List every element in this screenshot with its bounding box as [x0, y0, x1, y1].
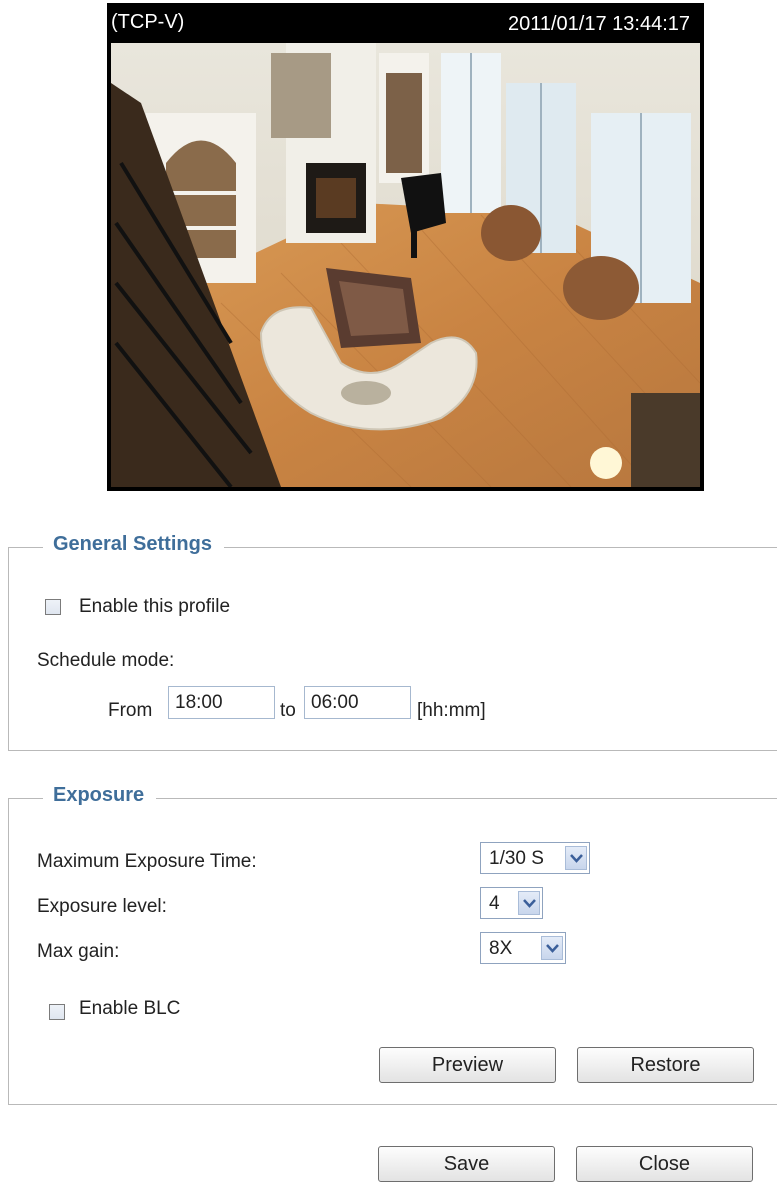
exposure-level-value: 4 [489, 893, 500, 914]
enable-blc-label: Enable BLC [79, 998, 181, 1019]
max-exposure-select[interactable]: 1/30 S [480, 842, 590, 874]
save-button[interactable]: Save [378, 1146, 555, 1182]
camera-image [111, 43, 700, 487]
restore-button[interactable]: Restore [577, 1047, 754, 1083]
general-settings-group: General Settings Enable this profile Sch… [8, 533, 777, 751]
chevron-down-icon[interactable] [541, 936, 563, 960]
preview-button[interactable]: Preview [379, 1047, 556, 1083]
camera-timestamp: 2011/01/17 13:44:17 [507, 13, 690, 35]
max-gain-select[interactable]: 8X [480, 932, 566, 964]
camera-label: (TCP-V) [111, 11, 185, 33]
enable-profile-checkbox[interactable] [45, 599, 61, 615]
exposure-legend: Exposure [43, 784, 157, 807]
chevron-down-icon[interactable] [565, 846, 587, 870]
close-button[interactable]: Close [576, 1146, 753, 1182]
enable-profile-label: Enable this profile [79, 596, 231, 617]
max-exposure-value: 1/30 S [489, 848, 544, 869]
general-settings-legend: General Settings [43, 533, 224, 556]
max-exposure-label: Maximum Exposure Time: [37, 851, 257, 872]
exposure-level-select[interactable]: 4 [480, 887, 543, 919]
exposure-level-label: Exposure level: [37, 896, 167, 917]
max-gain-label: Max gain: [37, 941, 120, 962]
to-time-input[interactable] [304, 686, 411, 719]
living-room-image [111, 43, 700, 487]
from-label: From [108, 700, 153, 721]
camera-overlay-bar: (TCP-V) 2011/01/17 13:44:17 [107, 3, 704, 43]
from-time-input[interactable] [168, 686, 275, 719]
exposure-group: Exposure Maximum Exposure Time: 1/30 S E… [8, 784, 777, 1105]
max-gain-value: 8X [489, 938, 513, 959]
schedule-mode-label: Schedule mode: [37, 650, 175, 671]
enable-blc-checkbox[interactable] [49, 1004, 65, 1020]
to-label: to [280, 700, 296, 721]
camera-preview: (TCP-V) 2011/01/17 13:44:17 [107, 3, 704, 491]
chevron-down-icon[interactable] [518, 891, 540, 915]
time-format-hint: [hh:mm] [417, 700, 486, 721]
